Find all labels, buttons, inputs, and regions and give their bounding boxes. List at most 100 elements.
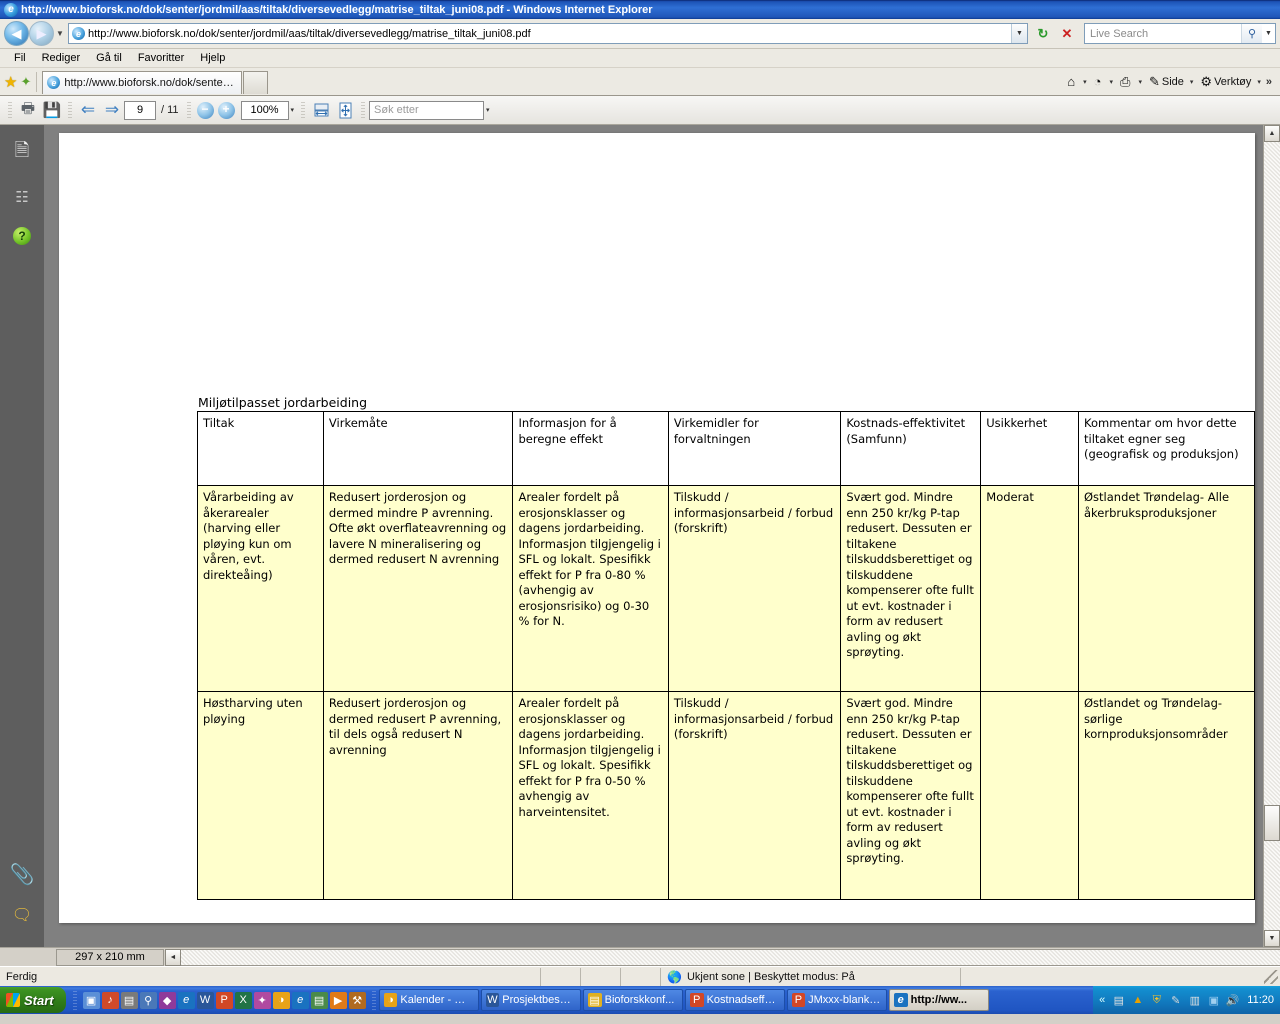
print-caret-icon[interactable]: ▾ <box>1138 78 1142 86</box>
table-cell <box>980 691 1079 900</box>
search-go-icon[interactable]: ⚲ <box>1241 24 1262 43</box>
stop-button[interactable]: ✕ <box>1056 23 1078 45</box>
tools-menu-button[interactable]: ⚙ Verktøy <box>1198 74 1253 90</box>
word-icon[interactable]: W <box>196 991 214 1009</box>
taskbar-window-prosjektbeskr[interactable]: W Prosjektbeskr... <box>480 989 581 1011</box>
new-tab-button[interactable] <box>243 70 269 94</box>
notes-tray-icon[interactable]: ▤ <box>1111 993 1126 1008</box>
notes-icon[interactable]: ▤ <box>310 991 328 1009</box>
menu-item-favoritter[interactable]: Favoritter <box>130 51 192 65</box>
document-canvas[interactable]: Miljøtilpasset jordarbeiding Tiltak Virk… <box>44 125 1263 947</box>
zoom-level-input[interactable]: 100% <box>240 100 289 120</box>
menu-item-rediger[interactable]: Rediger <box>34 51 89 65</box>
find-dropdown-icon[interactable]: ▾ <box>486 106 490 114</box>
clock[interactable]: 11:20 <box>1247 994 1274 1006</box>
menu-item-fil[interactable]: Fil <box>6 51 34 65</box>
pages-panel-icon[interactable]: 🗎 <box>8 139 36 167</box>
home-caret-icon[interactable]: ▾ <box>1083 78 1087 86</box>
save-pdf-button[interactable]: 💾 <box>40 99 64 121</box>
outlook-icon[interactable]: ◑ <box>272 991 290 1009</box>
vertical-scrollbar[interactable]: ▲ ▼ <box>1263 125 1280 947</box>
start-button[interactable]: Start <box>0 987 66 1013</box>
toolbar-grip[interactable] <box>361 101 366 119</box>
zoom-dropdown-icon[interactable]: ▾ <box>291 106 295 114</box>
comments-icon[interactable]: 🗨 <box>12 905 32 925</box>
address-dropdown-icon[interactable]: ▼ <box>1011 24 1027 43</box>
feeds-caret-icon[interactable]: ▾ <box>1110 78 1114 86</box>
live-search-box[interactable]: Live Search ⚲ ▼ <box>1084 23 1276 44</box>
search-input[interactable]: Live Search <box>1085 28 1241 40</box>
menu-item-hjelp[interactable]: Hjelp <box>192 51 233 65</box>
next-page-button[interactable]: ⇒ <box>100 99 124 121</box>
scroll-up-button[interactable]: ▲ <box>1264 125 1280 142</box>
browser2-icon[interactable]: e <box>291 991 309 1009</box>
page-caret-icon[interactable]: ▾ <box>1190 78 1194 86</box>
toolbar-grip[interactable] <box>301 101 306 119</box>
zoom-out-button[interactable]: − <box>196 101 214 119</box>
acrobat-icon[interactable]: ◆ <box>158 991 176 1009</box>
pen-tray-icon[interactable]: ✎ <box>1168 993 1183 1008</box>
address-bar[interactable]: e http://www.bioforsk.no/dok/senter/jord… <box>68 23 1028 44</box>
browser-tab[interactable]: e http://www.bioforsk.no/dok/senter/jord… <box>42 70 243 94</box>
word-icon: W <box>485 993 500 1007</box>
binoculars-icon[interactable]: ☷ <box>8 183 36 211</box>
scroll-left-button[interactable]: ◄ <box>165 948 181 966</box>
tray-expand-icon[interactable]: « <box>1099 994 1105 1006</box>
page-number-input[interactable]: 9 <box>124 100 156 120</box>
fit-width-button[interactable] <box>309 99 333 121</box>
previous-page-button[interactable]: ⇐ <box>76 99 100 121</box>
show-desktop-icon[interactable]: ▣ <box>82 991 100 1009</box>
tool-icon[interactable]: ⚒ <box>348 991 366 1009</box>
zoom-in-button[interactable]: + <box>217 101 235 119</box>
player-icon[interactable]: ▶ <box>329 991 347 1009</box>
taskbar-window-jmxxx[interactable]: P JMxxx-blanke... <box>786 989 887 1011</box>
table-header-cell: Virkemidler for forvaltningen <box>667 411 842 486</box>
taskbar-window-ie[interactable]: e http://ww... <box>888 989 989 1011</box>
security-zone[interactable]: 🌎 Ukjent sone | Beskyttet modus: På <box>660 967 960 986</box>
internet-explorer-icon[interactable]: e <box>177 991 195 1009</box>
refresh-button[interactable]: ↻ <box>1032 23 1054 45</box>
battery-tray-icon[interactable]: ▥ <box>1187 993 1202 1008</box>
network-tray-icon[interactable]: ▣ <box>1206 993 1221 1008</box>
taskbar-window-bioforskkonf[interactable]: ▤ Bioforskkonf... <box>582 989 683 1011</box>
adobe-tray-icon[interactable]: ▲ <box>1130 993 1145 1008</box>
find-input[interactable]: Søk etter <box>369 100 485 120</box>
fit-page-button[interactable] <box>333 99 357 121</box>
add-favorite-icon[interactable]: ✦ <box>20 74 31 90</box>
taskbar-window-kostnadseff[interactable]: P Kostnadseff_... <box>684 989 785 1011</box>
powerpoint-icon[interactable]: P <box>215 991 233 1009</box>
home-button[interactable]: ⌂ <box>1065 74 1079 89</box>
pdf-toolbar: 🖶 💾 ⇐ ⇒ 9 / 11 − + 100% ▾ Søk etter ▾ <box>0 96 1280 125</box>
overflow-chevron-icon[interactable]: » <box>1266 76 1272 88</box>
tools-caret-icon[interactable]: ▾ <box>1257 78 1261 86</box>
media-icon[interactable]: ♪ <box>101 991 119 1009</box>
forward-button[interactable]: ▶ <box>29 21 54 46</box>
history-dropdown-icon[interactable]: ▼ <box>54 29 66 38</box>
print-pdf-button[interactable]: 🖶 <box>16 99 40 121</box>
toolbar-grip[interactable] <box>186 101 191 119</box>
horizontal-scroll-track[interactable] <box>181 948 1280 966</box>
volume-tray-icon[interactable]: 🔊 <box>1225 993 1240 1008</box>
search-dropdown-icon[interactable]: ▼ <box>1262 24 1275 43</box>
help-icon[interactable]: ? <box>13 227 31 245</box>
search-icon[interactable]: ⚲ <box>139 991 157 1009</box>
feeds-button[interactable]: ◔ <box>1092 74 1106 89</box>
paint-icon[interactable]: ✦ <box>253 991 271 1009</box>
toolbar-grip[interactable] <box>68 101 72 119</box>
table-cell: Vårarbeiding av åkerarealer (harving ell… <box>197 485 324 692</box>
scroll-down-button[interactable]: ▼ <box>1264 930 1280 947</box>
scroll-thumb[interactable] <box>1264 805 1280 841</box>
address-input[interactable]: http://www.bioforsk.no/dok/senter/jordmi… <box>88 28 1011 40</box>
menu-item-gatil[interactable]: Gå til <box>88 51 130 65</box>
favorites-star-icon[interactable]: ★ <box>4 73 17 91</box>
resize-grip[interactable] <box>1264 969 1278 984</box>
paperclip-icon[interactable]: 📎 <box>10 862 35 887</box>
security-tray-icon[interactable]: ⛨ <box>1149 993 1164 1008</box>
excel-icon[interactable]: X <box>234 991 252 1009</box>
back-button[interactable]: ◀ <box>4 21 29 46</box>
toolbar-grip[interactable] <box>8 101 12 119</box>
print-button[interactable]: ⎙ <box>1118 74 1134 90</box>
page-menu-button[interactable]: ✎ Side <box>1147 74 1186 90</box>
network-icon[interactable]: ▤ <box>120 991 138 1009</box>
taskbar-window-kalender[interactable]: ◑ Kalender - Mi... <box>378 989 479 1011</box>
